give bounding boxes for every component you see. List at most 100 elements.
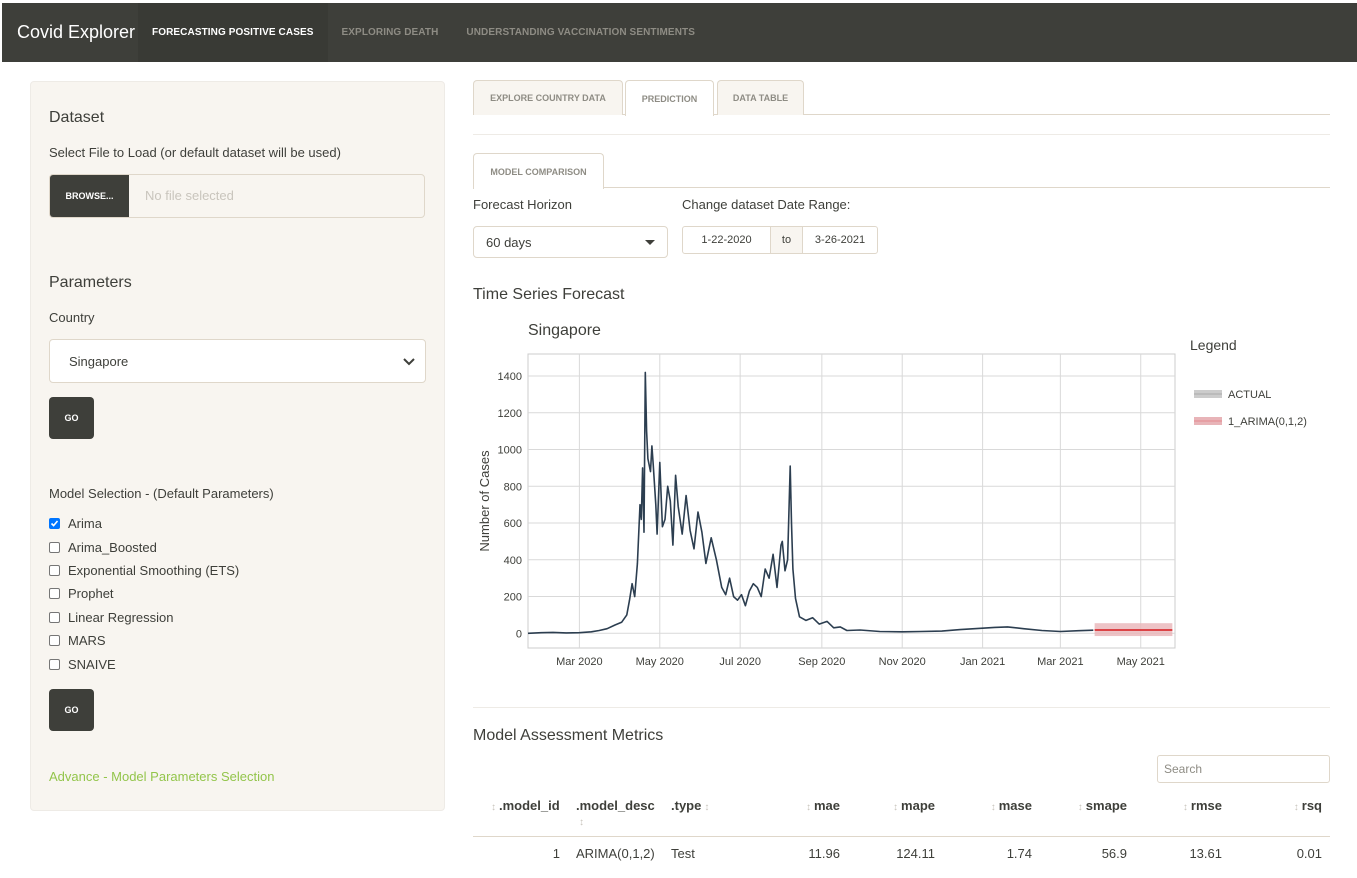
sort-icon: ↕ [491,802,496,813]
forecast-horizon-select[interactable]: 60 days [473,226,668,258]
tab-data-table[interactable]: DATA TABLE [717,80,804,115]
sub-tabs: MODEL COMPARISON [473,153,1330,189]
checkbox[interactable] [49,588,60,599]
model-option-prophet[interactable]: Prophet [49,586,114,601]
cell-mase: 1.74 [1006,845,1032,861]
metrics-table: ↕ .model_id .model_desc↕ .type ↕ ↕ mae ↕ map… [473,790,1330,870]
cell-model-id: 1 [552,845,560,861]
col-header-rsq[interactable]: ↕ rsq [1230,790,1330,837]
advance-parameters-link[interactable]: Advance - Model Parameters Selection [49,769,274,784]
model-option-label: Arima [68,516,102,531]
chevron-down-icon [403,354,415,369]
divider [473,134,1330,135]
checkbox-checked[interactable] [49,518,60,529]
plot-area [527,353,1176,649]
col-header-mae[interactable]: ↕ mae [753,790,848,837]
sort-icon: ↕ [579,817,584,828]
chart-legend: Legend ACTUAL 1_ARIMA(0,1,2) [1190,337,1307,428]
top-navbar: Covid Explorer FORECASTING POSITIVE CASE… [2,3,1357,62]
checkbox[interactable] [49,635,60,646]
tab-explore-country-data[interactable]: EXPLORE COUNTRY DATA [473,80,623,115]
checkbox[interactable] [49,612,60,623]
tab-prediction[interactable]: PREDICTION [625,80,714,116]
app-brand[interactable]: Covid Explorer [2,3,138,62]
col-header-model-id[interactable]: ↕ .model_id [473,790,568,837]
model-option-label: SNAIVE [68,657,116,672]
checkbox[interactable] [49,542,60,553]
sort-icon: ↕ [1293,802,1299,813]
date-range-separator: to [771,226,802,254]
model-option-mars[interactable]: MARS [49,633,106,648]
model-option-linear-regression[interactable]: Linear Regression [49,610,174,625]
parameters-heading: Parameters [49,274,132,291]
browse-button[interactable]: BROWSE... [50,175,129,217]
nav-exploring-death[interactable]: EXPLORING DEATH [328,3,453,62]
dataset-heading: Dataset [49,109,105,126]
date-start-input[interactable]: 1-22-2020 [682,226,771,254]
model-option-ets[interactable]: Exponential Smoothing (ETS) [49,563,239,578]
x-tick-label: Jul 2020 [719,656,761,668]
forecast-horizon-value: 60 days [486,234,532,250]
cell-type: Test [671,845,695,861]
legend-label: 1_ARIMA(0,1,2) [1228,416,1307,428]
x-tick-label: Sep 2020 [798,656,845,668]
chart-title: Singapore [528,322,601,339]
model-option-label: Exponential Smoothing (ETS) [68,563,240,578]
sort-icon: ↕ [805,802,811,813]
col-header-type[interactable]: .type ↕ [663,790,753,837]
file-name-field[interactable]: No file selected [129,175,424,217]
cell-mae: 11.96 [808,845,840,861]
col-header-smape[interactable]: ↕ smape [1040,790,1135,837]
col-header-model-desc[interactable]: .model_desc↕ [568,790,663,837]
model-option-label: Arima_Boosted [68,540,157,555]
col-header-mase[interactable]: ↕ mase [943,790,1040,837]
model-option-label: Prophet [68,586,114,601]
sort-icon: ↕ [893,802,899,813]
caret-down-icon [645,239,655,245]
file-label: Select File to Load (or default dataset … [49,145,341,160]
divider [473,707,1330,708]
go-button-models[interactable]: GO [49,689,94,731]
legend-title: Legend [1190,337,1237,353]
checkbox[interactable] [49,659,60,670]
forecast-horizon-label: Forecast Horizon [473,197,572,212]
col-header-mape[interactable]: ↕ mape [848,790,943,837]
metrics-section-title: Model Assessment Metrics [473,727,664,744]
country-label: Country [49,310,95,325]
y-tick-label: 1400 [498,371,522,383]
forecast-chart: Singapore 0 200 400 600 800 1000 1200 1400 Mar … [477,322,1307,668]
date-end-input[interactable]: 3-26-2021 [802,226,878,254]
country-select[interactable]: Singapore [49,339,426,383]
date-range-input: 1-22-2020 to 3-26-2021 [682,226,878,254]
checkbox[interactable] [49,565,60,576]
model-option-arima-boosted[interactable]: Arima_Boosted [49,540,157,555]
x-tick-label: Jan 2021 [960,656,1005,668]
tab-model-comparison[interactable]: MODEL COMPARISON [473,153,604,189]
col-header-rmse[interactable]: ↕ rmse [1135,790,1230,837]
sort-icon: ↕ [1182,802,1188,813]
table-search-input[interactable]: Search [1157,755,1330,783]
x-axis-ticks: Mar 2020 May 2020 Jul 2020 Sep 2020 Nov 2020… [556,656,1165,668]
sort-icon: ↕ [1077,802,1083,813]
cell-rsq: 0.01 [1296,845,1322,861]
sort-icon: ↕ [990,802,996,813]
x-tick-label: May 2021 [1117,656,1165,668]
model-option-snaive[interactable]: SNAIVE [49,657,116,672]
nav-forecasting[interactable]: FORECASTING POSITIVE CASES [138,3,328,62]
nav-vaccination-sentiments[interactable]: UNDERSTANDING VACCINATION SENTIMENTS [452,3,709,62]
legend-label: ACTUAL [1228,389,1271,401]
model-option-arima[interactable]: Arima [49,516,102,531]
y-tick-label: 600 [504,518,522,530]
cell-rmse: 13.61 [1189,845,1222,861]
forecast-section-title: Time Series Forecast [473,286,625,303]
go-button-country[interactable]: GO [49,397,94,439]
table-row: 1 ARIMA(0,1,2) Test 11.96 124.11 1.74 56… [473,836,1330,870]
model-option-label: MARS [68,633,106,648]
model-option-label: Linear Regression [68,610,174,625]
cell-smape: 56.9 [1101,845,1127,861]
cell-model-desc: ARIMA(0,1,2) [576,845,655,861]
cell-mape: 124.11 [896,845,935,861]
y-tick-label: 0 [516,628,522,640]
date-range-label: Change dataset Date Range: [682,197,851,212]
country-select-value: Singapore [69,353,129,369]
